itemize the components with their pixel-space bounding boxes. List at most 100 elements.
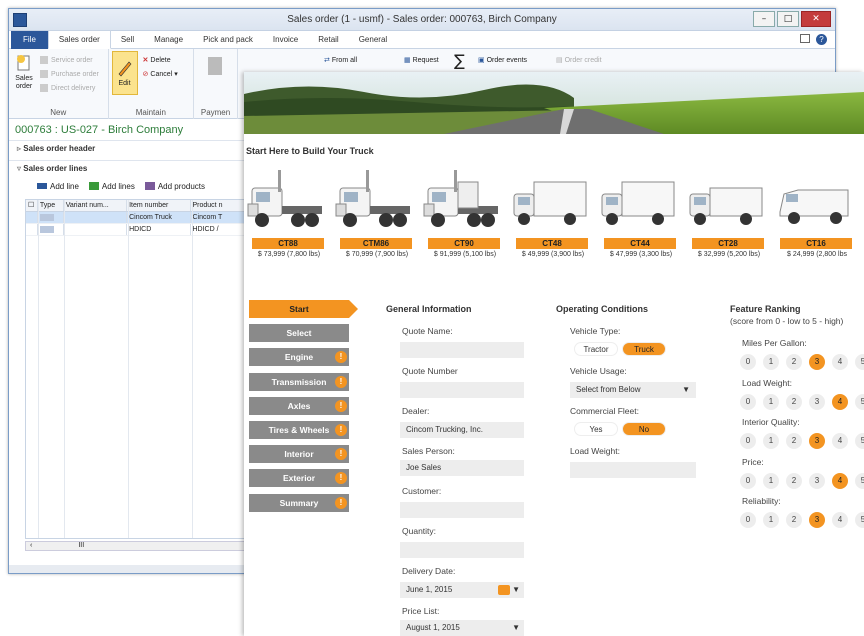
rating-option[interactable]: 3	[809, 472, 825, 489]
model-card[interactable]: CT28 $ 32,999 (5,200 lbs)	[686, 164, 766, 266]
model-card[interactable]: CT16 $ 24,999 (2,800 lbs	[774, 164, 854, 266]
column-variant-number[interactable]: Variant num...	[64, 200, 128, 211]
sales-order-header-fasttab[interactable]: ▹ Sales order header	[9, 140, 247, 156]
scroll-thumb[interactable]: III	[78, 542, 84, 549]
rating-option[interactable]: 4	[832, 512, 848, 528]
model-card[interactable]: CT48 $ 49,999 (3,900 lbs)	[510, 164, 590, 266]
dealer-field[interactable]: Cincom Trucking, Inc.	[400, 422, 524, 438]
select-all-checkbox[interactable]: ☐	[26, 200, 38, 211]
quote-name-field[interactable]	[400, 342, 524, 358]
tab-sales-order[interactable]: Sales order	[47, 30, 111, 49]
new-sales-order-button[interactable]: Sales order	[12, 53, 36, 91]
tab-sell[interactable]: Sell	[111, 31, 144, 49]
calendar-icon[interactable]	[498, 585, 510, 595]
purchase-order-button[interactable]: Purchase order	[39, 67, 99, 81]
edit-button[interactable]: Edit	[111, 51, 138, 95]
request-button[interactable]: ▦ Request	[404, 53, 439, 67]
order-credit-button[interactable]: ▤ Order credit	[556, 53, 602, 67]
nav-item-exterior[interactable]: Exterior!	[249, 469, 349, 488]
rating-option[interactable]: 3	[809, 512, 825, 528]
rating-option[interactable]: 4	[832, 433, 848, 449]
rating-option[interactable]: 1	[763, 354, 779, 370]
sales-order-lines-fasttab[interactable]: ▿ Sales order lines	[9, 160, 247, 176]
rating-option[interactable]: 0	[740, 433, 756, 449]
load-weight-field[interactable]	[570, 462, 696, 478]
rating-option[interactable]: 3	[809, 433, 825, 449]
model-card[interactable]: CT90 $ 91,999 (5,100 lbs)	[422, 164, 502, 266]
rating-option[interactable]: 0	[740, 472, 756, 489]
price-list-field[interactable]: August 1, 2015 ▼	[400, 620, 524, 636]
model-name[interactable]: CT90	[428, 238, 500, 249]
rating-option[interactable]: 5	[855, 512, 864, 528]
tab-pick-and-pack[interactable]: Pick and pack	[193, 31, 263, 49]
nav-item-start[interactable]: Start	[249, 300, 349, 318]
sigma-icon[interactable]: ∑	[454, 51, 465, 70]
nav-item-engine[interactable]: Engine!	[249, 348, 349, 367]
column-product-name[interactable]: Product n	[191, 200, 246, 211]
tab-general[interactable]: General	[349, 31, 397, 49]
rating-option[interactable]: 0	[740, 354, 756, 370]
add-line-button[interactable]: Add line	[37, 181, 79, 191]
table-row[interactable]: HDICD HDICD /	[26, 224, 246, 236]
rating-option[interactable]: 3	[809, 393, 825, 410]
chevron-down-icon[interactable]: ▼	[512, 582, 520, 598]
rating-option[interactable]: 5	[855, 472, 864, 489]
vehicle-type-tractor-toggle[interactable]: Tractor	[574, 342, 618, 356]
minimize-button[interactable]: –	[753, 11, 775, 27]
nav-item-transmission[interactable]: Transmission!	[249, 372, 349, 391]
nav-item-summary[interactable]: Summary!	[249, 493, 349, 512]
delete-button[interactable]: ✕ Delete	[143, 53, 178, 67]
model-card[interactable]: CT88 $ 73,999 (7,800 lbs)	[246, 164, 326, 266]
vehicle-usage-dropdown[interactable]: Select from Below ▼	[570, 382, 696, 398]
model-card[interactable]: CT44 $ 47,999 (3,300 lbs)	[598, 164, 678, 266]
rating-option[interactable]: 1	[763, 512, 779, 528]
commercial-fleet-yes-toggle[interactable]: Yes	[574, 422, 618, 436]
model-name[interactable]: CT28	[692, 238, 764, 249]
rating-option[interactable]: 0	[740, 393, 756, 410]
maximize-button[interactable]: □	[777, 11, 799, 27]
quote-number-field[interactable]	[400, 382, 524, 398]
model-name[interactable]: CT16	[780, 238, 852, 249]
rating-option[interactable]: 2	[786, 393, 802, 410]
rating-option[interactable]: 4	[832, 354, 848, 370]
model-card[interactable]: CTM86 $ 70,999 (7,900 lbs)	[334, 164, 414, 266]
help-icon[interactable]: ?	[816, 34, 827, 45]
rating-option[interactable]: 1	[763, 433, 779, 449]
model-name[interactable]: CTM86	[340, 238, 412, 249]
service-order-button[interactable]: Service order	[39, 53, 99, 67]
direct-delivery-button[interactable]: Direct delivery	[39, 81, 99, 95]
from-all-button[interactable]: ⇄ From all	[324, 53, 357, 67]
close-button[interactable]: ✕	[801, 11, 831, 27]
add-lines-button[interactable]: Add lines	[88, 181, 135, 191]
column-item-number[interactable]: Item number	[127, 200, 191, 211]
tab-manage[interactable]: Manage	[144, 31, 193, 49]
model-name[interactable]: CT44	[604, 238, 676, 249]
chevron-down-icon[interactable]: ▼	[512, 620, 520, 636]
rating-option[interactable]: 0	[740, 512, 756, 528]
delivery-date-field[interactable]: June 1, 2015 ▼	[400, 582, 524, 598]
rating-option[interactable]: 5	[855, 393, 864, 410]
commercial-fleet-no-toggle[interactable]: No	[622, 422, 666, 436]
table-row[interactable]: Cincom Truck Cincom T	[26, 212, 246, 224]
rating-option[interactable]: 2	[786, 512, 802, 528]
nav-item-interior[interactable]: Interior!	[249, 445, 349, 464]
horizontal-scrollbar[interactable]: ‹ III	[25, 541, 247, 551]
rating-option[interactable]: 1	[763, 472, 779, 489]
customer-field[interactable]	[400, 502, 524, 518]
vehicle-type-truck-toggle[interactable]: Truck	[622, 342, 666, 356]
scroll-left-icon[interactable]: ‹	[30, 542, 32, 549]
quantity-field[interactable]	[400, 542, 524, 558]
nav-item-axles[interactable]: Axles!	[249, 396, 349, 415]
nav-item-select[interactable]: Select	[249, 324, 349, 343]
cancel-button[interactable]: ⊘ Cancel ▾	[143, 67, 178, 81]
rating-option[interactable]: 5	[855, 354, 864, 370]
rating-option[interactable]: 4	[832, 393, 848, 410]
rating-option[interactable]: 2	[786, 433, 802, 449]
rating-option[interactable]: 4	[832, 472, 848, 489]
rating-option[interactable]: 2	[786, 354, 802, 370]
add-products-button[interactable]: Add products	[144, 181, 205, 191]
sales-person-field[interactable]: Joe Sales	[400, 460, 524, 476]
model-name[interactable]: CT48	[516, 238, 588, 249]
order-events-button[interactable]: ▣ Order events	[478, 53, 527, 67]
tab-retail[interactable]: Retail	[308, 31, 348, 49]
